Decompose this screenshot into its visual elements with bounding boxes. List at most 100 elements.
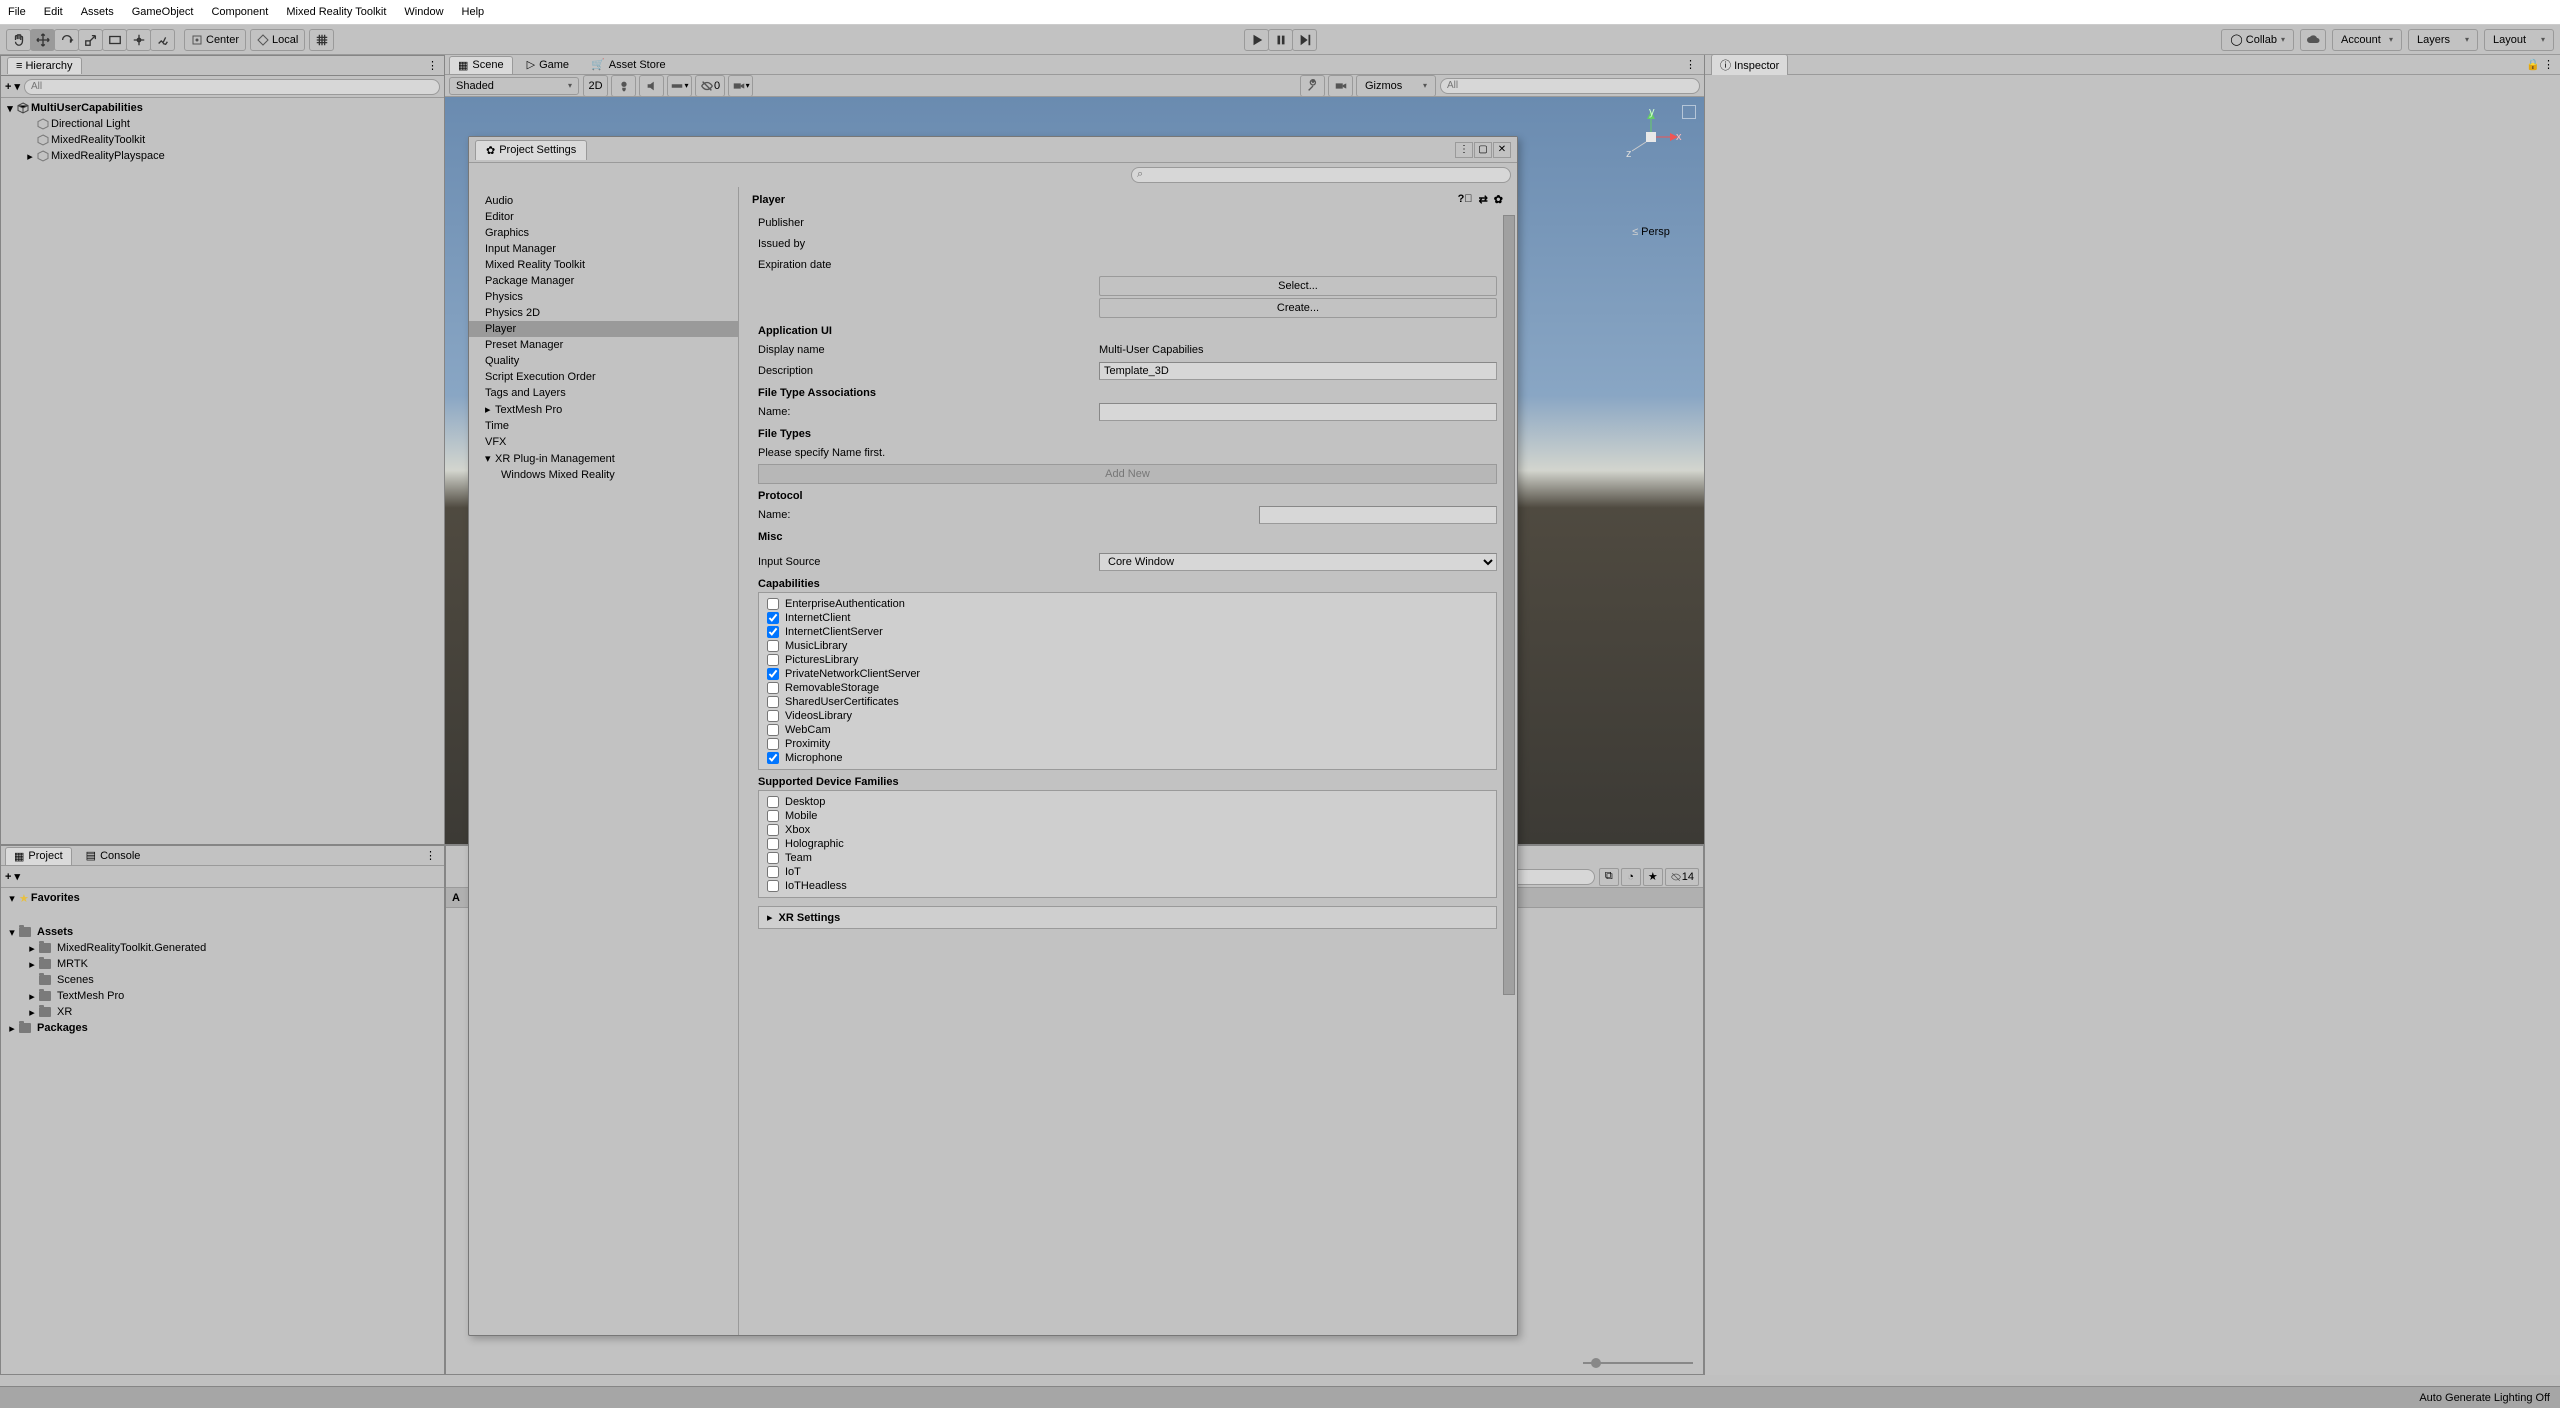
capability-checkbox[interactable] [767, 810, 779, 822]
rotate-tool[interactable] [54, 29, 79, 51]
lock-icon[interactable]: 🔒 ⋮ [2526, 58, 2554, 71]
sidebar-item-wmr[interactable]: Windows Mixed Reality [469, 467, 738, 483]
favorite-icon[interactable]: ★ [1643, 868, 1663, 886]
capability-checkbox[interactable] [767, 612, 779, 624]
pivot-center[interactable]: Center [184, 29, 246, 51]
inspector-tab[interactable]: ⓘ Inspector [1711, 54, 1788, 75]
capability-checkbox[interactable] [767, 880, 779, 892]
shading-mode-dropdown[interactable]: Shaded [449, 77, 579, 95]
description-input[interactable] [1099, 362, 1497, 380]
hierarchy-tree[interactable]: ▾MultiUserCapabilities Directional Light… [1, 98, 444, 844]
camera-toggle[interactable]: ▾ [728, 75, 753, 97]
settings-search[interactable] [1131, 167, 1511, 183]
sidebar-item-physics2d[interactable]: Physics 2D [469, 305, 738, 321]
camera-icon[interactable] [1328, 75, 1353, 97]
capability-checkbox[interactable] [767, 796, 779, 808]
capability-checkbox[interactable] [767, 824, 779, 836]
sidebar-item-audio[interactable]: Audio [469, 193, 738, 209]
account-dropdown[interactable]: Account [2332, 29, 2402, 51]
capability-row[interactable]: Team [761, 851, 1494, 865]
input-source-select[interactable]: Core Window [1099, 553, 1497, 571]
menu-assets[interactable]: Assets [81, 6, 114, 18]
sidebar-item-editor[interactable]: Editor [469, 209, 738, 225]
capability-checkbox[interactable] [767, 838, 779, 850]
panel-menu-icon[interactable]: ⋮ [427, 59, 438, 72]
capability-row[interactable]: PicturesLibrary [761, 653, 1494, 667]
capability-row[interactable]: Mobile [761, 809, 1494, 823]
sidebar-item-input[interactable]: Input Manager [469, 241, 738, 257]
gear-icon[interactable]: ✿ [1494, 193, 1503, 206]
cloud-button[interactable] [2300, 29, 2326, 51]
capability-row[interactable]: Microphone [761, 751, 1494, 765]
custom-tool[interactable] [150, 29, 175, 51]
panel-menu-icon[interactable]: ⋮ [1685, 58, 1700, 71]
create-dropdown[interactable]: + ▾ [5, 870, 20, 883]
asset-folder[interactable]: Scenes [57, 974, 94, 986]
hidden-toggle[interactable]: 14 [1665, 868, 1699, 886]
capability-checkbox[interactable] [767, 640, 779, 652]
asset-folder[interactable]: XR [57, 1006, 72, 1018]
capability-row[interactable]: IoTHeadless [761, 879, 1494, 893]
menu-file[interactable]: File [8, 6, 26, 18]
capability-checkbox[interactable] [767, 852, 779, 864]
capability-row[interactable]: VideosLibrary [761, 709, 1494, 723]
capability-row[interactable]: InternetClient [761, 611, 1494, 625]
audio-toggle[interactable] [639, 75, 664, 97]
hierarchy-item[interactable]: MixedRealityToolkit [51, 134, 145, 146]
pivot-local[interactable]: Local [250, 29, 305, 51]
sidebar-item-mrtk[interactable]: Mixed Reality Toolkit [469, 257, 738, 273]
menu-gameobject[interactable]: GameObject [132, 6, 194, 18]
play-button[interactable] [1244, 29, 1269, 51]
filter-icon[interactable]: ⧉ [1599, 868, 1619, 886]
hand-tool[interactable] [6, 29, 31, 51]
capability-row[interactable]: EnterpriseAuthentication [761, 597, 1494, 611]
sidebar-item-package[interactable]: Package Manager [469, 273, 738, 289]
devices-list[interactable]: DesktopMobileXboxHolographicTeamIoTIoTHe… [758, 790, 1497, 898]
menu-window[interactable]: Window [404, 6, 443, 18]
menu-mrtk[interactable]: Mixed Reality Toolkit [286, 6, 386, 18]
game-tab[interactable]: ▷ Game [519, 56, 577, 73]
move-tool[interactable] [30, 29, 55, 51]
hierarchy-item[interactable]: MixedRealityPlayspace [51, 150, 165, 162]
sidebar-item-tmp[interactable]: ▸TextMesh Pro [469, 401, 738, 418]
presets-icon[interactable]: ⇄ [1479, 193, 1488, 206]
rect-tool[interactable] [102, 29, 127, 51]
console-tab[interactable]: ▤ Console [78, 847, 149, 864]
2d-toggle[interactable]: 2D [583, 75, 608, 97]
sidebar-item-quality[interactable]: Quality [469, 353, 738, 369]
capability-row[interactable]: WebCam [761, 723, 1494, 737]
menu-edit[interactable]: Edit [44, 6, 63, 18]
window-menu-icon[interactable]: ⋮ [1455, 142, 1473, 158]
hierarchy-search[interactable] [24, 79, 440, 95]
capability-checkbox[interactable] [767, 866, 779, 878]
sidebar-item-vfx[interactable]: VFX [469, 434, 738, 450]
capability-row[interactable]: IoT [761, 865, 1494, 879]
capability-row[interactable]: Holographic [761, 837, 1494, 851]
sidebar-item-time[interactable]: Time [469, 418, 738, 434]
asset-folder[interactable]: MixedRealityToolkit.Generated [57, 942, 206, 954]
sidebar-item-xr[interactable]: ▾XR Plug-in Management [469, 450, 738, 467]
sidebar-item-tags[interactable]: Tags and Layers [469, 385, 738, 401]
capability-checkbox[interactable] [767, 626, 779, 638]
capability-checkbox[interactable] [767, 738, 779, 750]
capability-row[interactable]: Xbox [761, 823, 1494, 837]
capability-row[interactable]: PrivateNetworkClientServer [761, 667, 1494, 681]
panel-menu-icon[interactable]: ⋮ [425, 849, 440, 862]
layers-dropdown[interactable]: Layers [2408, 29, 2478, 51]
capabilities-list[interactable]: EnterpriseAuthenticationInternetClientIn… [758, 592, 1497, 770]
sidebar-item-script-order[interactable]: Script Execution Order [469, 369, 738, 385]
capability-checkbox[interactable] [767, 710, 779, 722]
settings-titlebar[interactable]: ✿ Project Settings ⋮ ▢ ✕ [469, 137, 1517, 163]
capability-checkbox[interactable] [767, 668, 779, 680]
axis-gizmo[interactable]: y x z ≤ Persp [1616, 109, 1686, 189]
capability-row[interactable]: InternetClientServer [761, 625, 1494, 639]
create-cert-button[interactable]: Create... [1099, 298, 1497, 318]
tools-icon[interactable] [1300, 75, 1325, 97]
select-cert-button[interactable]: Select... [1099, 276, 1497, 296]
pause-button[interactable] [1268, 29, 1293, 51]
packages-folder[interactable]: Packages [37, 1022, 88, 1034]
capability-row[interactable]: SharedUserCertificates [761, 695, 1494, 709]
gizmos-dropdown[interactable]: Gizmos [1356, 75, 1436, 97]
scene-tab[interactable]: ▦ Scene [449, 56, 513, 74]
create-dropdown[interactable]: + ▾ [5, 80, 20, 93]
